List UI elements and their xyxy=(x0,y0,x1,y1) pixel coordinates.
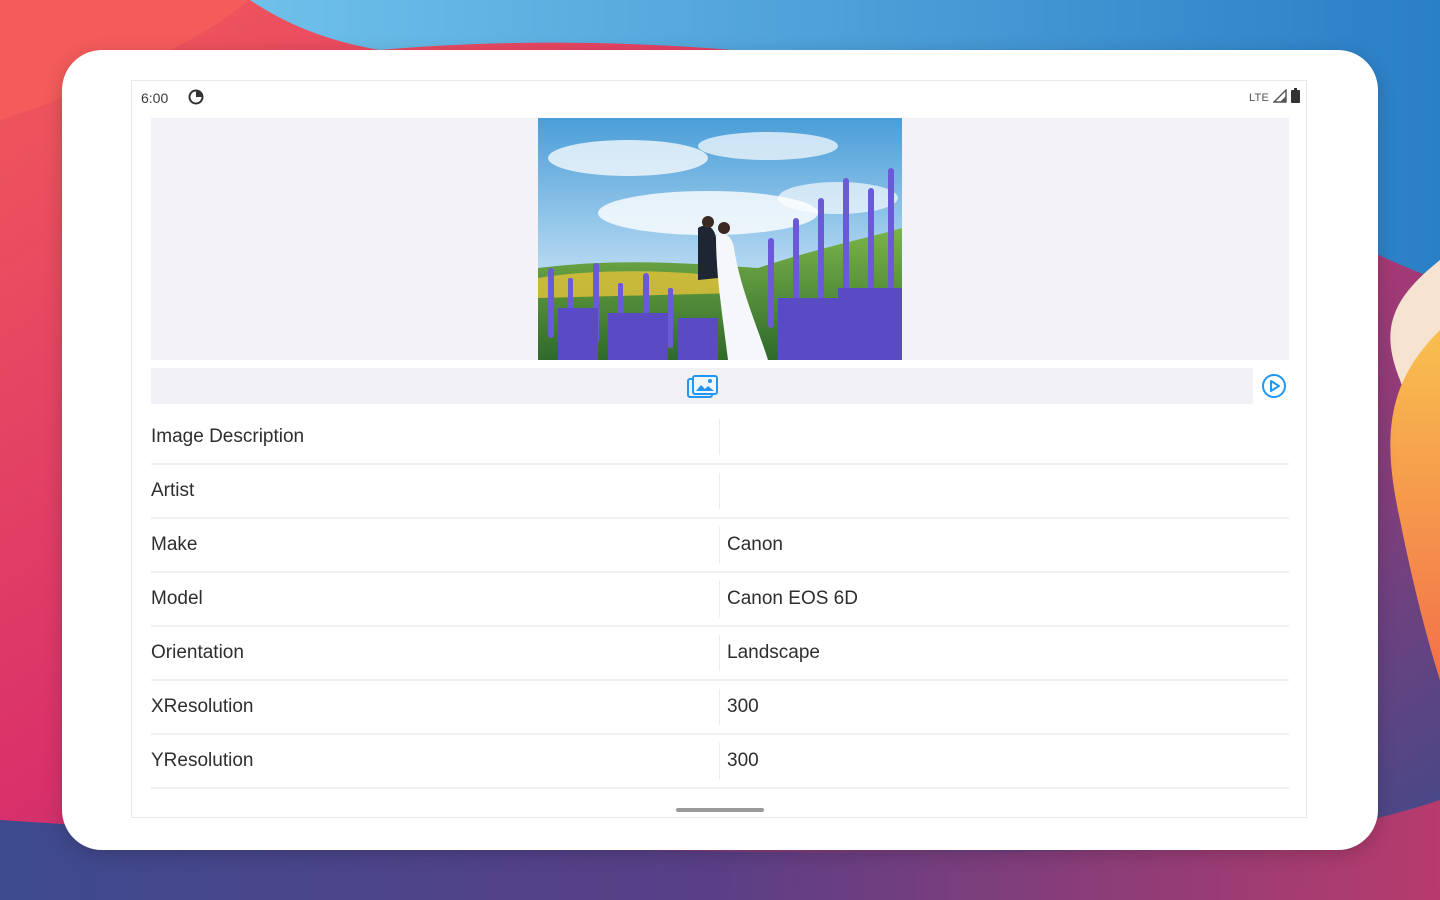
exif-value: 300 xyxy=(727,696,759,717)
exif-key: Artist xyxy=(151,480,195,501)
status-bar: 6:00 LTE xyxy=(132,81,1308,115)
play-circle-icon[interactable] xyxy=(1261,373,1287,399)
exif-value xyxy=(727,411,1287,463)
exif-key: Image Description xyxy=(151,426,305,447)
exif-table: Image Description Artist Make Canon Mode… xyxy=(151,411,1289,789)
column-divider xyxy=(719,527,720,563)
column-divider xyxy=(719,743,720,779)
exif-key: YResolution xyxy=(151,750,254,771)
photo-preview[interactable] xyxy=(538,118,902,360)
gallery-icon[interactable] xyxy=(686,374,720,400)
exif-row-model: Model Canon EOS 6D xyxy=(151,573,1289,627)
image-preview-area xyxy=(151,118,1289,360)
app-screen: 6:00 LTE Image Description Artist Make C… xyxy=(131,80,1307,818)
column-divider xyxy=(719,419,720,455)
image-toolbar xyxy=(151,368,1253,404)
status-time: 6:00 xyxy=(141,90,169,106)
exif-row-yresolution: YResolution 300 xyxy=(151,735,1289,789)
exif-row-make: Make Canon xyxy=(151,519,1289,573)
column-divider xyxy=(719,689,720,725)
exif-key: Orientation xyxy=(151,642,244,663)
exif-row-artist: Artist xyxy=(151,465,1289,519)
exif-key: Model xyxy=(151,588,203,609)
exif-value: Canon xyxy=(727,534,783,555)
exif-key: Make xyxy=(151,534,198,555)
data-saver-icon xyxy=(188,89,204,105)
column-divider xyxy=(719,473,720,509)
exif-value xyxy=(727,465,1287,517)
exif-row-xresolution: XResolution 300 xyxy=(151,681,1289,735)
status-indicators: LTE xyxy=(1249,87,1300,108)
column-divider xyxy=(719,635,720,671)
battery-icon xyxy=(1291,88,1300,108)
exif-value: 300 xyxy=(727,750,759,771)
exif-key: XResolution xyxy=(151,696,254,717)
column-divider xyxy=(719,581,720,617)
exif-value: Canon EOS 6D xyxy=(727,588,858,609)
network-type-label: LTE xyxy=(1249,92,1269,104)
cell-signal-icon xyxy=(1272,87,1287,108)
home-indicator[interactable] xyxy=(676,808,764,812)
exif-row-image-description: Image Description xyxy=(151,411,1289,465)
exif-row-orientation: Orientation Landscape xyxy=(151,627,1289,681)
exif-value: Landscape xyxy=(727,642,820,663)
